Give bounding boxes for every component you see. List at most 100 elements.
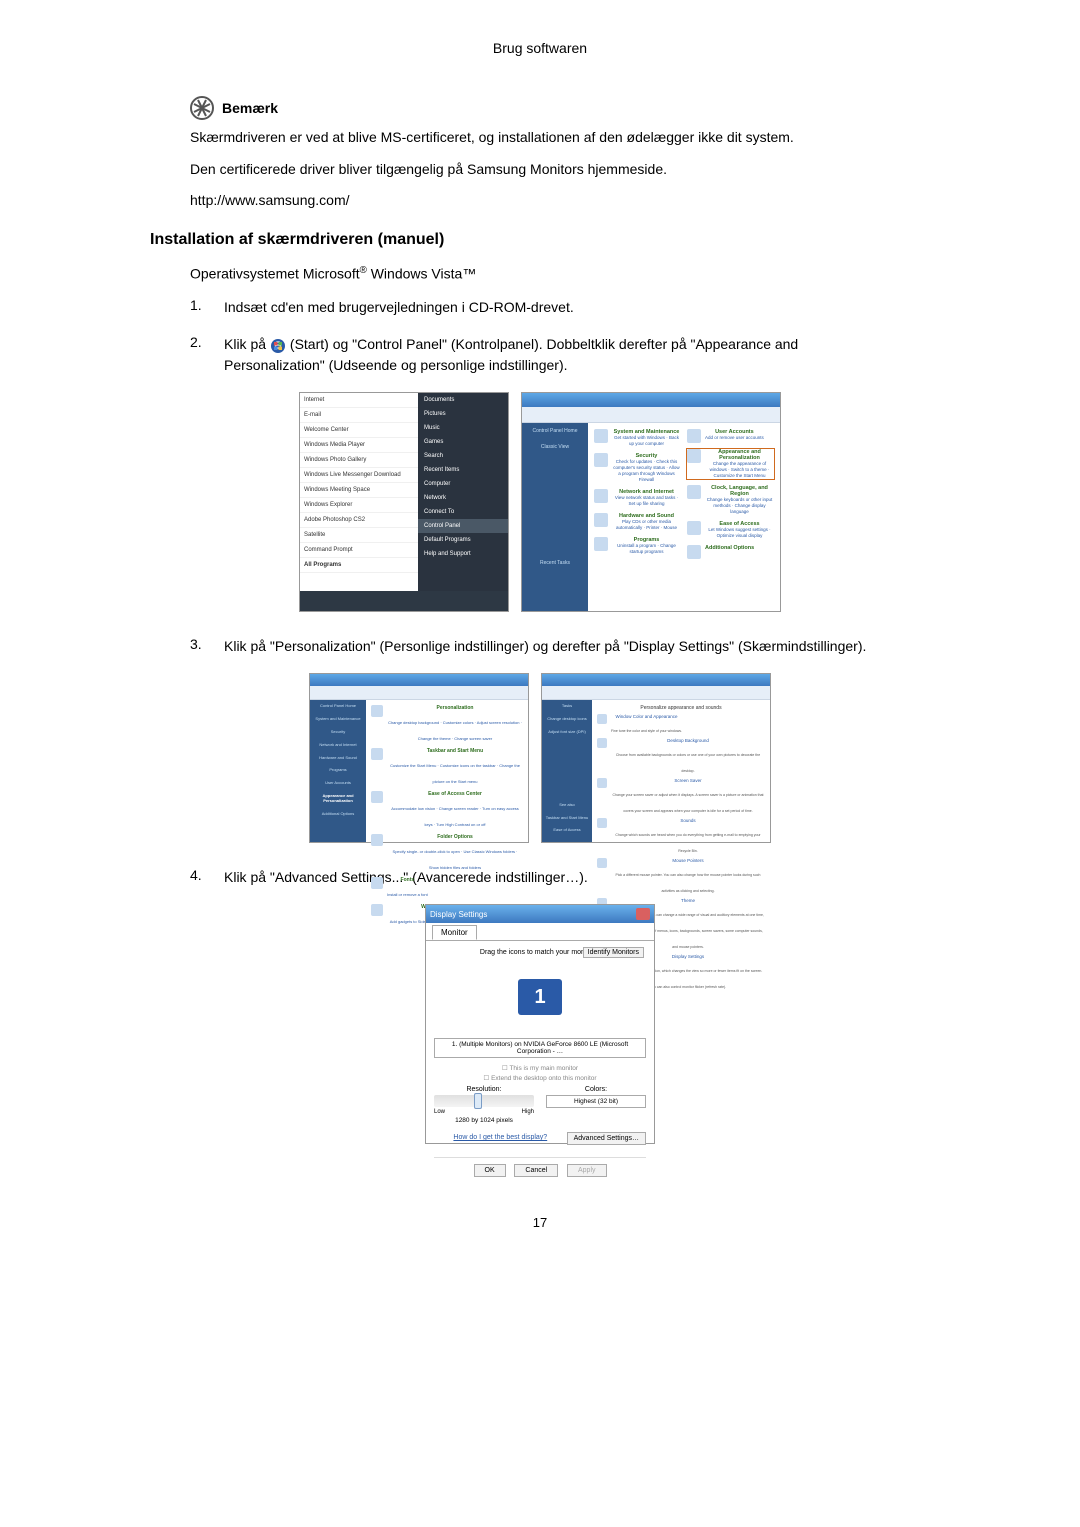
colors-label: Colors: (546, 1086, 646, 1093)
chk1-label: This is my main monitor (509, 1065, 578, 1072)
step-text: Indsæt cd'en med brugervejledningen i CD… (224, 297, 890, 318)
note-section: Bemærk Skærmdriveren er ved at blive MS-… (190, 96, 890, 211)
all-programs: All Programs (300, 558, 419, 573)
side-recent: Recent Tasks (522, 555, 588, 571)
os-mid: Windows Vista (367, 265, 462, 281)
note-title: Bemærk (222, 100, 278, 116)
itm-title: Fonts (387, 877, 428, 883)
step2-post: (Start) og "Control Panel" (Kontrolpanel… (224, 336, 798, 373)
res-high: High (522, 1109, 534, 1115)
side-item: Adjust font size (DPI) (542, 726, 592, 739)
menu-item: Welcome Center (300, 423, 419, 438)
start-orb-icon (270, 338, 290, 354)
cat-title: Clock, Language, and Region (705, 485, 774, 497)
os-prefix: Operativsystemet Microsoft (190, 265, 360, 281)
chk2-label: Extend the desktop onto this monitor (491, 1075, 597, 1082)
itm-desc: Change desktop background · Customize co… (388, 720, 522, 741)
monitor-dropdown[interactable]: 1. (Multiple Monitors) on NVIDIA GeForce… (434, 1038, 646, 1058)
cat-links: Add or remove user accounts (705, 435, 764, 440)
right-item: Computer (418, 477, 508, 491)
monitor-tab[interactable]: Monitor (432, 925, 477, 940)
screenshot-start-menu: Internet E-mail Welcome Center Windows M… (299, 392, 509, 612)
opt-title: Desktop Background (611, 738, 765, 743)
close-icon[interactable] (636, 908, 650, 920)
screenshot-personalization: Tasks Change desktop icons Adjust font s… (541, 673, 771, 843)
cat-links: Let Windows suggest settings · Optimize … (708, 527, 770, 538)
menu-item: Windows Live Messenger Download (300, 468, 419, 483)
extend-desktop-checkbox[interactable]: ☐ Extend the desktop onto this monitor (434, 1074, 646, 1082)
itm-title: Folder Options (387, 834, 523, 840)
step-2: 2. Klik på (Start) og "Control Panel" (K… (190, 334, 890, 376)
note-p2: Den certificerede driver bliver tilgænge… (190, 160, 890, 180)
screenshot-appearance: Control Panel Home System and Maintenanc… (309, 673, 529, 843)
side-item: User Accounts (310, 777, 366, 790)
page-number: 17 (190, 1215, 890, 1230)
cat-links: Play CDs or other media automatically · … (616, 519, 677, 530)
right-item: Connect To (418, 505, 508, 519)
steps-list: 1. Indsæt cd'en med brugervejledningen i… (190, 297, 890, 376)
itm-desc: Accommodate low vision · Change screen r… (391, 806, 519, 827)
side-item: Classic View (522, 439, 588, 455)
side-item: System and Maintenance (310, 713, 366, 726)
right-item: Default Programs (418, 533, 508, 547)
step-number: 1. (190, 297, 208, 313)
resolution-value: 1280 by 1024 pixels (434, 1117, 534, 1124)
identify-monitors-button[interactable]: Identify Monitors (583, 947, 644, 958)
step-number: 4. (190, 867, 208, 883)
side-item: Control Panel Home (522, 423, 588, 439)
step-4: 4. Klik på "Advanced Settings..." (Avanc… (190, 867, 890, 888)
right-item: Recent Items (418, 463, 508, 477)
menu-item: Command Prompt (300, 543, 419, 558)
cat-links: View network status and tasks · Set up f… (615, 495, 678, 506)
opt-desc: Choose from available backgrounds or col… (616, 753, 760, 773)
advanced-settings-button[interactable]: Advanced Settings… (567, 1132, 646, 1145)
itm-title: Taskbar and Start Menu (387, 748, 523, 754)
step-text: Klik på "Advanced Settings..." (Avancere… (224, 867, 890, 888)
note-body: Skærmdriveren er ved at blive MS-certifi… (190, 128, 890, 211)
itm-title: Ease of Access Center (387, 791, 523, 797)
step-1: 1. Indsæt cd'en med brugervejledningen i… (190, 297, 890, 318)
itm-desc: Install or remove a font (387, 892, 428, 897)
opt-title: Window Color and Appearance (611, 714, 682, 719)
opt-desc: Fine tune the color and style of your wi… (611, 729, 682, 733)
side-item: Appearance and Personalization (310, 790, 366, 808)
opt-title: Sounds (611, 818, 765, 823)
right-item: Pictures (418, 407, 508, 421)
resolution-label: Resolution: (434, 1086, 534, 1093)
cancel-button[interactable]: Cancel (514, 1164, 558, 1177)
os-line: Operativsystemet Microsoft® Windows Vist… (190, 265, 890, 282)
menu-item: Windows Explorer (300, 498, 419, 513)
step-text: Klik på "Personalization" (Personlige in… (224, 636, 890, 657)
opt-title: Theme (611, 898, 765, 903)
itm-desc: Customize the Start Menu · Customize ico… (390, 763, 520, 784)
side-item: Tasks (542, 700, 592, 713)
dialog-title: Display Settings (430, 910, 487, 919)
resolution-slider[interactable] (434, 1095, 534, 1107)
apply-button[interactable]: Apply (567, 1164, 607, 1177)
opt-desc: Change your screen saver or adjust when … (613, 793, 764, 813)
steps-list-cont: 3. Klik på "Personalization" (Personlige… (190, 636, 890, 657)
figure-1: Internet E-mail Welcome Center Windows M… (190, 392, 890, 612)
right-item: Search (418, 449, 508, 463)
trademark: ™ (462, 265, 476, 281)
cat-links: Check for updates · Check this computer'… (613, 459, 679, 482)
side-item: Control Panel Home (310, 700, 366, 713)
ok-button[interactable]: OK (474, 1164, 506, 1177)
help-link[interactable]: How do I get the best display? (453, 1134, 547, 1141)
menu-item: Windows Media Player (300, 438, 419, 453)
right-item: Network (418, 491, 508, 505)
menu-item: Satellite (300, 528, 419, 543)
step-number: 3. (190, 636, 208, 652)
colors-dropdown[interactable]: Highest (32 bit) (546, 1095, 646, 1108)
monitor-preview[interactable]: 1 (518, 979, 562, 1015)
menu-item: Adobe Photoshop CS2 (300, 513, 419, 528)
main-monitor-checkbox[interactable]: ☐ This is my main monitor (434, 1064, 646, 1072)
itm-title: Personalization (387, 705, 523, 711)
screenshot-display-settings: Display Settings Monitor Drag the icons … (425, 904, 655, 1144)
cat-title: Appearance and Personalization (705, 449, 774, 461)
itm-desc: Specify single- or double-click to open … (393, 849, 518, 870)
see-item: Taskbar and Start Menu (542, 812, 592, 825)
note-p1: Skærmdriveren er ved at blive MS-certifi… (190, 128, 890, 148)
right-item: Help and Support (418, 547, 508, 561)
side-item: Programs (310, 764, 366, 777)
